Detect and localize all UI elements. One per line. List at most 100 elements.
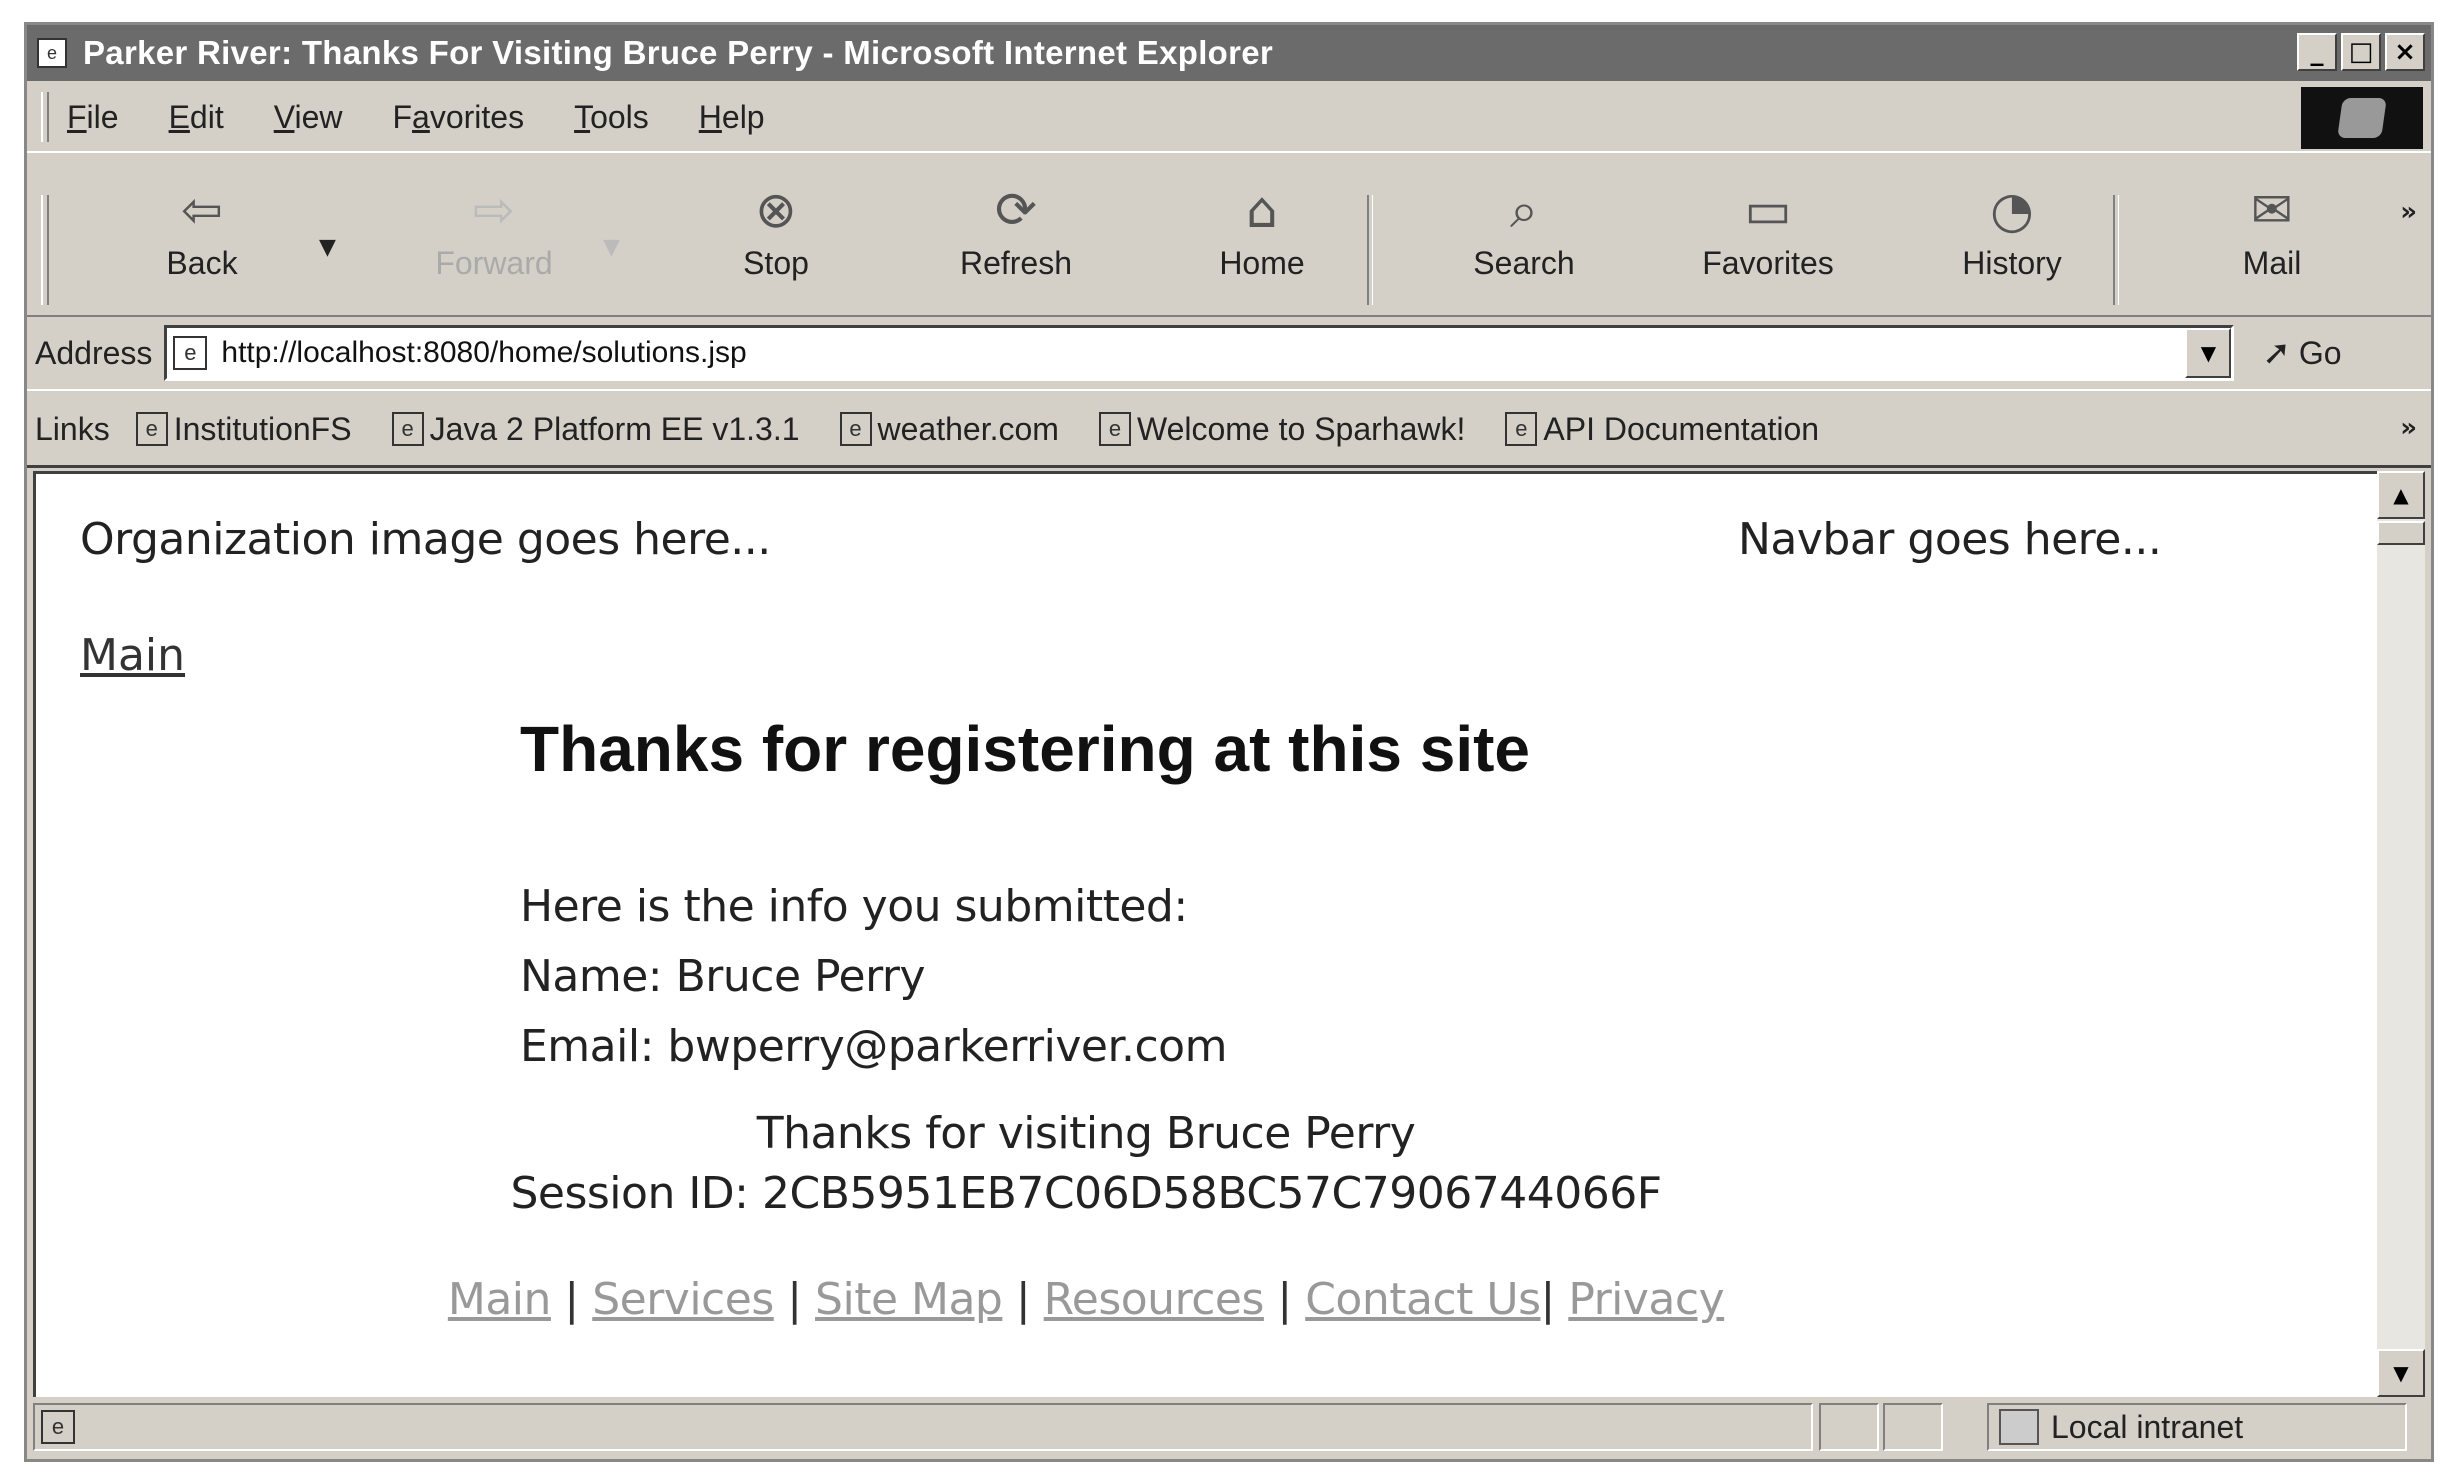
toolbar-separator xyxy=(1367,195,1373,305)
link-weather[interactable]: e weather.com xyxy=(839,411,1059,448)
home-button[interactable]: ⌂ Home xyxy=(1187,175,1337,305)
vertical-scrollbar[interactable]: ▲ ▼ xyxy=(2377,471,2425,1397)
ie-page-icon: e xyxy=(37,38,67,68)
page-icon: e xyxy=(1505,412,1538,446)
footer-link-privacy[interactable]: Privacy xyxy=(1568,1274,1724,1325)
link-api-documentation[interactable]: e API Documentation xyxy=(1505,411,1819,448)
history-button[interactable]: ◔ History xyxy=(1937,175,2087,305)
page-heading: Thanks for registering at this site xyxy=(520,713,1530,785)
links-bar: Links e InstitutionFS e Java 2 Platform EE… xyxy=(27,393,2431,468)
stop-label: Stop xyxy=(743,245,809,281)
forward-label: Forward xyxy=(435,245,553,281)
footer-nav: Main | Services | Site Map | Resources |… xyxy=(447,1274,1725,1325)
scroll-up-icon[interactable]: ▲ xyxy=(2377,471,2425,519)
window-title: Parker River: Thanks For Visiting Bruce … xyxy=(83,34,1274,71)
history-label: History xyxy=(1962,245,2062,281)
forward-arrow-icon: ⇨ xyxy=(473,181,515,239)
home-label: Home xyxy=(1219,245,1305,281)
status-panel xyxy=(1883,1403,1943,1451)
footer-link-services[interactable]: Services xyxy=(592,1274,774,1325)
submitted-info: Here is the info you submitted: Name: Br… xyxy=(520,872,1227,1082)
menubar-grip[interactable] xyxy=(41,92,49,142)
windows-logo-throbber xyxy=(2301,87,2423,149)
footer-link-resources[interactable]: Resources xyxy=(1044,1274,1265,1325)
home-icon: ⌂ xyxy=(1246,181,1278,239)
title-bar: e Parker River: Thanks For Visiting Bruc… xyxy=(27,25,2431,81)
page-icon: e xyxy=(41,1410,75,1444)
scroll-thumb[interactable] xyxy=(2377,521,2425,545)
go-arrow-icon: ➚ xyxy=(2262,333,2291,373)
toolbar-separator xyxy=(2113,195,2119,305)
zone-label: Local intranet xyxy=(2051,1408,2244,1445)
mail-label: Mail xyxy=(2242,245,2302,281)
page-icon: e xyxy=(839,412,872,446)
mail-button[interactable]: ✉ Mail xyxy=(2197,175,2347,305)
close-button[interactable]: × xyxy=(2385,33,2425,71)
status-bar: e Local intranet xyxy=(27,1395,2431,1459)
toolbar-more-chevron[interactable]: » xyxy=(2400,197,2417,227)
menu-tools[interactable]: Tools xyxy=(574,99,649,136)
page-icon: e xyxy=(173,336,208,370)
info-email: Email: bwperry@parkerriver.com xyxy=(520,1021,1227,1072)
organization-image-placeholder: Organization image goes here... xyxy=(80,514,771,565)
back-dropdown-icon[interactable]: ▼ xyxy=(319,235,336,260)
menu-file[interactable]: File xyxy=(67,99,119,136)
page-icon: e xyxy=(135,412,168,446)
back-label: Back xyxy=(166,245,238,281)
security-zone: Local intranet xyxy=(1987,1403,2407,1451)
address-label: Address xyxy=(35,334,153,371)
footer-link-contact-us[interactable]: Contact Us xyxy=(1305,1274,1541,1325)
forward-dropdown-icon[interactable]: ▼ xyxy=(603,235,620,260)
favorites-label: Favorites xyxy=(1702,245,1834,281)
menu-edit[interactable]: Edit xyxy=(169,99,224,136)
toolbar-grip[interactable] xyxy=(41,195,49,305)
favorites-folder-icon: ▭ xyxy=(1744,181,1792,239)
refresh-icon: ⟳ xyxy=(995,181,1037,239)
link-sparhawk[interactable]: e Welcome to Sparhawk! xyxy=(1098,411,1465,448)
navbar-placeholder: Navbar goes here... xyxy=(1738,514,2162,565)
back-button[interactable]: ⇦ Back xyxy=(127,175,277,305)
session-id: Session ID: 2CB5951EB7C06D58BC57C7906744… xyxy=(510,1168,1662,1219)
stop-icon: ⊗ xyxy=(755,181,797,239)
address-dropdown-icon[interactable]: ▼ xyxy=(2185,328,2232,378)
thanks-message: Thanks for visiting Bruce Perry xyxy=(756,1108,1416,1159)
menu-help[interactable]: Help xyxy=(699,99,765,136)
scroll-down-icon[interactable]: ▼ xyxy=(2377,1349,2425,1397)
go-label: Go xyxy=(2298,334,2342,371)
status-panel xyxy=(1819,1403,1879,1451)
menu-view[interactable]: View xyxy=(274,99,343,136)
page-icon: e xyxy=(1098,412,1131,446)
link-institutionfs[interactable]: e InstitutionFS xyxy=(135,411,352,448)
link-java2-platform[interactable]: e Java 2 Platform EE v1.3.1 xyxy=(391,411,800,448)
forward-button[interactable]: ⇨ Forward xyxy=(419,175,569,305)
maximize-button[interactable]: □ xyxy=(2341,33,2381,71)
footer-link-main[interactable]: Main xyxy=(448,1274,552,1325)
menu-bar: File Edit View Favorites Tools Help xyxy=(27,83,2431,153)
refresh-label: Refresh xyxy=(959,245,1073,281)
windows-logo-icon xyxy=(2337,98,2387,138)
status-text-panel: e xyxy=(33,1403,1813,1451)
visit-info: Thanks for visiting Bruce Perry Session … xyxy=(286,1104,1886,1224)
mail-icon: ✉ xyxy=(2251,181,2293,239)
address-bar: Address e http://localhost:8080/home/sol… xyxy=(27,317,2431,391)
footer-link-site-map[interactable]: Site Map xyxy=(815,1274,1003,1325)
go-button[interactable]: ➚ Go xyxy=(2262,333,2341,373)
page-content: Organization image goes here... Navbar g… xyxy=(33,471,2383,1397)
address-url[interactable]: http://localhost:8080/home/solutions.jsp xyxy=(221,336,746,370)
standard-toolbar: ⇦ Back ▼ ⇨ Forward ▼ ⊗ Stop ⟳ Refresh ⌂ … xyxy=(27,155,2431,317)
stop-button[interactable]: ⊗ Stop xyxy=(701,175,851,305)
links-label: Links xyxy=(35,410,110,447)
search-icon: ⌕ xyxy=(1510,180,1538,239)
links-more-chevron[interactable]: » xyxy=(2400,413,2417,443)
main-link[interactable]: Main xyxy=(80,630,185,681)
refresh-button[interactable]: ⟳ Refresh xyxy=(941,175,1091,305)
history-globe-icon: ◔ xyxy=(1990,181,2034,239)
browser-window: e Parker River: Thanks For Visiting Bruc… xyxy=(24,22,2434,1462)
page-icon: e xyxy=(391,412,424,446)
menu-favorites[interactable]: Favorites xyxy=(392,99,524,136)
favorites-button[interactable]: ▭ Favorites xyxy=(1693,175,1843,305)
search-button[interactable]: ⌕ Search xyxy=(1449,175,1599,305)
info-intro: Here is the info you submitted: xyxy=(520,881,1188,932)
address-input[interactable]: e http://localhost:8080/home/solutions.j… xyxy=(164,325,2235,381)
minimize-button[interactable]: _ xyxy=(2297,33,2337,71)
